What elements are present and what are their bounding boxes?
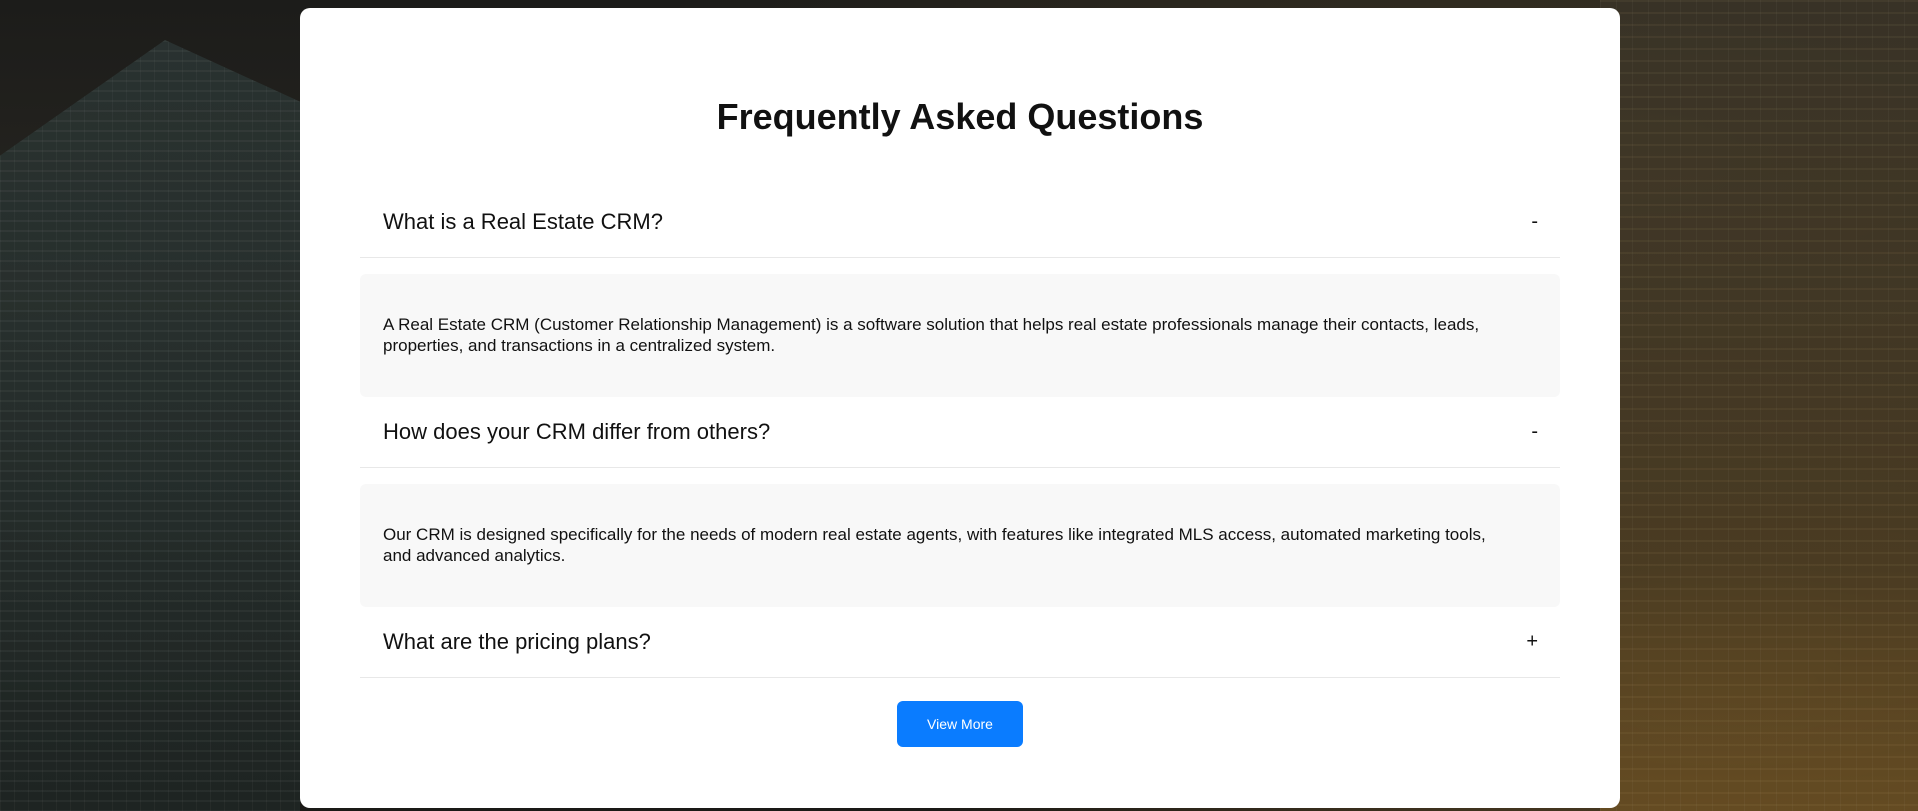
- view-more-button[interactable]: View More: [897, 701, 1023, 747]
- faq-question-text: What is a Real Estate CRM?: [383, 208, 663, 234]
- background-building-right: [1600, 0, 1918, 811]
- faq-question-text: How does your CRM differ from others?: [383, 418, 771, 444]
- faq-question-2[interactable]: How does your CRM differ from others? -: [360, 396, 1560, 468]
- collapse-toggle-icon[interactable]: -: [1531, 210, 1538, 233]
- faq-question-3[interactable]: What are the pricing plans? +: [360, 606, 1560, 678]
- faq-question-1[interactable]: What is a Real Estate CRM? -: [360, 186, 1560, 258]
- collapse-toggle-icon[interactable]: -: [1531, 420, 1538, 443]
- background-building-left: [0, 40, 300, 811]
- faq-title: Frequently Asked Questions: [716, 96, 1204, 137]
- faq-card: Frequently Asked Questions What is a Rea…: [300, 8, 1620, 808]
- faq-answer-1: A Real Estate CRM (Customer Relationship…: [360, 274, 1560, 397]
- faq-answer-2: Our CRM is designed specifically for the…: [360, 484, 1560, 607]
- faq-question-text: What are the pricing plans?: [383, 628, 651, 654]
- expand-toggle-icon[interactable]: +: [1526, 630, 1538, 653]
